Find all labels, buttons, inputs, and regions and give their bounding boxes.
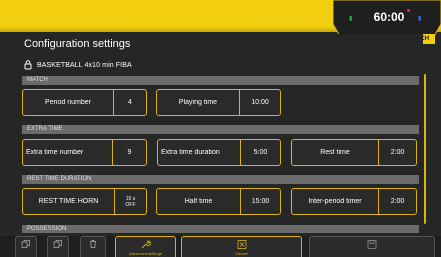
rest-time-setting[interactable]: Rest time 2:00 — [291, 139, 417, 166]
section-rest-time-duration: REST TIME DURATION — [22, 175, 419, 184]
playing-time-setting[interactable]: Playing time 10:00 — [156, 89, 281, 116]
scrollbar[interactable] — [424, 74, 426, 224]
save-button[interactable] — [309, 236, 435, 257]
period-number-label: Period number — [45, 99, 91, 106]
playing-time-value: 10:00 — [239, 90, 280, 115]
rest-time-horn-state: OFF — [125, 201, 136, 208]
duplicate-icon — [53, 240, 62, 248]
lock-icon — [24, 60, 32, 70]
inter-period-timer-label: Inter-period timer — [308, 198, 362, 205]
trash-icon — [90, 240, 96, 248]
clock-status-dot — [407, 9, 410, 12]
extra-time-number-label: Extra time number — [26, 149, 84, 156]
extra-time-duration-label: Extra time duration — [161, 149, 220, 156]
rest-time-horn-label: REST TIME HORN — [38, 198, 99, 205]
half-time-value: 15:00 — [240, 189, 280, 214]
advanced-settings-button[interactable]: Advanced settings — [115, 236, 176, 257]
extra-time-duration-setting[interactable]: Extra time duration 5:00 — [157, 139, 281, 166]
page-title: Configuration settings — [24, 38, 131, 50]
section-extra-time: EXTRA TIME — [22, 125, 419, 134]
playing-time-label: Playing time — [178, 99, 218, 106]
wrench-icon — [141, 240, 151, 249]
delete-preset-button[interactable] — [80, 236, 106, 257]
extra-time-duration-value: 5:00 — [240, 140, 280, 165]
section-possession: POSSESSION — [22, 225, 419, 233]
rest-time-value: 2:00 — [378, 140, 416, 165]
rest-time-label: Rest time — [320, 149, 350, 156]
game-clock: 60:00 — [373, 10, 405, 24]
copy-icon — [21, 240, 30, 248]
cancel-button[interactable]: Cancel — [181, 236, 302, 257]
close-icon — [237, 240, 246, 249]
rest-time-horn-value: 10 s OFF — [114, 189, 146, 214]
new-preset-button[interactable] — [15, 236, 37, 257]
preset-name: BASKETBALL 4x10 min FIBA — [37, 61, 132, 69]
extra-time-number-value: 9 — [112, 140, 146, 165]
half-time-label: Half time — [184, 198, 213, 205]
section-match: MATCH — [22, 76, 419, 85]
half-time-setting[interactable]: Half time 15:00 — [156, 188, 281, 215]
home-indicator-icon: ▮ — [349, 16, 353, 22]
guest-indicator-icon: ▮ — [418, 16, 422, 22]
rest-time-horn-setting[interactable]: REST TIME HORN 10 s OFF — [22, 188, 147, 215]
period-number-value: 4 — [113, 90, 146, 115]
period-number-setting[interactable]: Period number 4 — [22, 89, 147, 116]
inter-period-timer-value: 2:00 — [378, 189, 416, 214]
save-icon — [367, 240, 377, 249]
advanced-settings-caption: Advanced settings — [129, 251, 162, 256]
preset-row: BASKETBALL 4x10 min FIBA — [24, 60, 132, 70]
duplicate-preset-button[interactable] — [47, 236, 69, 257]
inter-period-timer-setting[interactable]: Inter-period timer 2:00 — [291, 188, 417, 215]
extra-time-number-setting[interactable]: Extra time number 9 — [22, 139, 147, 166]
cancel-caption: Cancel — [235, 251, 248, 256]
